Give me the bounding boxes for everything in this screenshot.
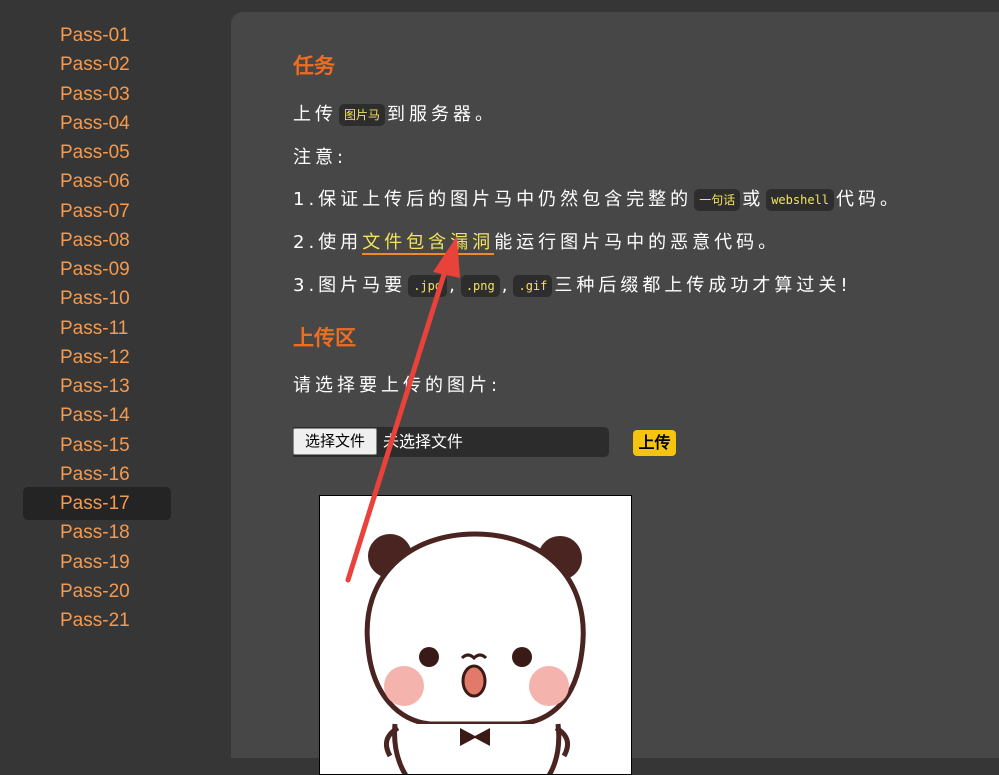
sidebar-item-pass-11[interactable]: Pass-11 bbox=[23, 312, 171, 345]
sidebar-item-pass-20[interactable]: Pass-20 bbox=[23, 575, 171, 608]
task-text: 到服务器。 bbox=[387, 104, 498, 125]
upload-button[interactable]: 上传 bbox=[633, 430, 676, 456]
sidebar-item-pass-13[interactable]: Pass-13 bbox=[23, 370, 171, 403]
task-text: 上传 bbox=[293, 104, 337, 125]
sidebar-item-pass-21[interactable]: Pass-21 bbox=[23, 604, 171, 637]
code-tag: .gif bbox=[513, 275, 553, 297]
note-item-3: 3.图片马要 .jpg, .png, .gif 三种后缀都上传成功才算过关! bbox=[293, 271, 852, 301]
note-item-2: 2.使用文件包含漏洞能运行图片马中的恶意代码。 bbox=[293, 228, 780, 258]
sidebar-item-pass-08[interactable]: Pass-08 bbox=[23, 224, 171, 257]
sidebar-item-pass-02[interactable]: Pass-02 bbox=[23, 48, 171, 81]
note-text: , bbox=[449, 275, 459, 296]
note-label: 注意: bbox=[293, 147, 348, 168]
code-tag: .png bbox=[460, 275, 500, 297]
sidebar-item-pass-19[interactable]: Pass-19 bbox=[23, 546, 171, 579]
file-input[interactable]: 选择文件 未选择文件 bbox=[293, 427, 609, 457]
task-heading: 任务 bbox=[293, 54, 335, 78]
note-text: 1.保证上传后的图片马中仍然包含完整的 bbox=[293, 189, 693, 210]
code-tag: .jpg bbox=[408, 275, 448, 297]
note-text: 或 bbox=[742, 189, 765, 210]
code-tag: webshell bbox=[766, 189, 834, 211]
sidebar-item-pass-12[interactable]: Pass-12 bbox=[23, 341, 171, 374]
note-text: 3.图片马要 bbox=[293, 275, 407, 296]
sidebar-item-pass-18[interactable]: Pass-18 bbox=[23, 516, 171, 549]
sidebar-item-pass-16[interactable]: Pass-16 bbox=[23, 458, 171, 491]
code-tag: 一句话 bbox=[694, 189, 741, 211]
note-text: 代码。 bbox=[836, 189, 902, 210]
note-text: 能运行图片马中的恶意代码。 bbox=[494, 232, 781, 253]
note-item-1: 1.保证上传后的图片马中仍然包含完整的 一句话或 webshell 代码。 bbox=[293, 185, 902, 215]
sidebar: Pass-01 Pass-02 Pass-03 Pass-04 Pass-05 Pass-… bbox=[0, 0, 231, 758]
sidebar-item-pass-05[interactable]: Pass-05 bbox=[23, 136, 171, 169]
sidebar-item-pass-15[interactable]: Pass-15 bbox=[23, 429, 171, 462]
code-tag: 图片马 bbox=[339, 104, 386, 126]
sidebar-item-pass-06[interactable]: Pass-06 bbox=[23, 165, 171, 198]
sidebar-item-pass-17[interactable]: Pass-17 bbox=[23, 487, 171, 520]
choose-file-button[interactable]: 选择文件 bbox=[293, 428, 377, 455]
sidebar-item-pass-10[interactable]: Pass-10 bbox=[23, 282, 171, 315]
file-inclusion-link[interactable]: 文件包含漏洞 bbox=[362, 232, 495, 255]
upload-heading: 上传区 bbox=[293, 326, 356, 350]
sidebar-item-pass-14[interactable]: Pass-14 bbox=[23, 399, 171, 432]
panda-sticker-image bbox=[364, 531, 586, 774]
sidebar-item-pass-07[interactable]: Pass-07 bbox=[23, 195, 171, 228]
upload-prompt: 请选择要上传的图片: bbox=[293, 375, 502, 396]
sidebar-item-pass-09[interactable]: Pass-09 bbox=[23, 253, 171, 286]
task-line: 上传 图片马 到服务器。 bbox=[293, 100, 497, 130]
sidebar-item-pass-01[interactable]: Pass-01 bbox=[23, 19, 171, 52]
image-preview bbox=[319, 495, 632, 775]
sidebar-item-pass-03[interactable]: Pass-03 bbox=[23, 78, 171, 111]
note-text: 三种后缀都上传成功才算过关! bbox=[554, 275, 852, 296]
no-file-label: 未选择文件 bbox=[383, 432, 464, 451]
sidebar-item-pass-04[interactable]: Pass-04 bbox=[23, 107, 171, 140]
content-panel: 任务 上传 图片马 到服务器。 注意: 1.保证上传后的图片马中仍然包含完整的 一句话… bbox=[231, 12, 999, 775]
note-text: , bbox=[501, 275, 512, 296]
note-text: 2.使用 bbox=[293, 232, 363, 253]
